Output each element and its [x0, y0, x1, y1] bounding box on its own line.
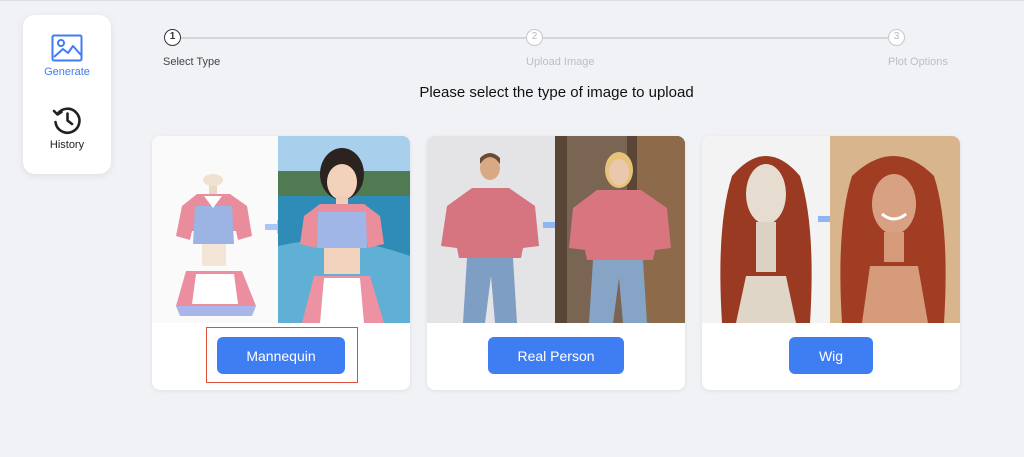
wig-button[interactable]: Wig: [789, 337, 873, 374]
step-2-label: Upload Image: [526, 56, 595, 68]
sidebar-item-history[interactable]: History: [23, 105, 111, 151]
stepper: 1 2 3 Select Type Upload Image Plot Opti…: [0, 0, 1024, 80]
type-card-real-person[interactable]: Real Person: [427, 136, 685, 390]
step-1-label: Select Type: [163, 56, 221, 68]
step-connector: [543, 37, 888, 39]
real-person-example-image: [427, 136, 685, 323]
step-connector: [181, 37, 526, 39]
mannequin-button[interactable]: Mannequin: [217, 337, 345, 374]
real-person-button[interactable]: Real Person: [488, 337, 624, 374]
mannequin-example-image: [152, 136, 410, 323]
sidebar-item-label: History: [49, 139, 85, 151]
step-2-indicator: 2: [526, 29, 543, 46]
page-heading: Please select the type of image to uploa…: [419, 84, 694, 101]
step-1-indicator: 1: [164, 29, 181, 46]
type-card-mannequin[interactable]: Mannequin: [152, 136, 410, 390]
type-card-wig[interactable]: Wig: [702, 136, 960, 390]
step-3-label: Plot Options: [888, 56, 948, 68]
step-3-indicator: 3: [888, 29, 905, 46]
wig-example-image: [702, 136, 960, 323]
history-icon: [23, 105, 111, 135]
